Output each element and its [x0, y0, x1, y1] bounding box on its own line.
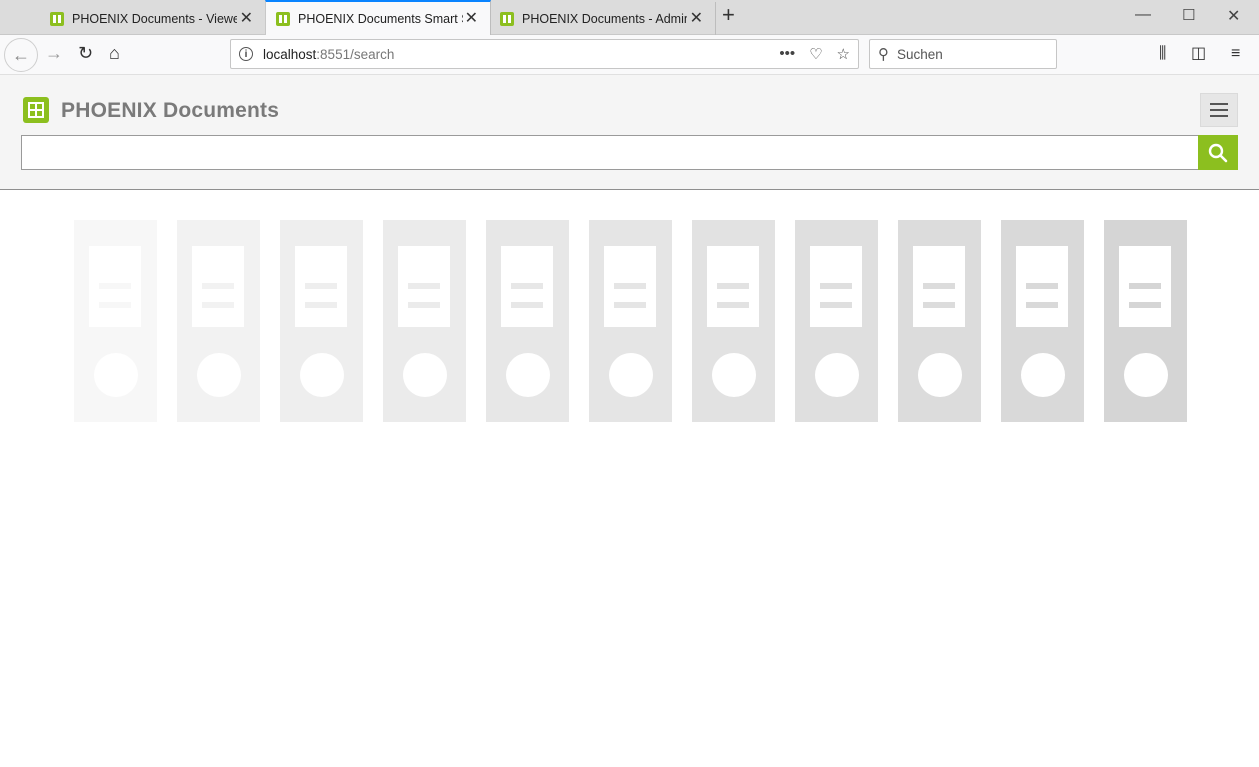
folder-label — [707, 246, 759, 327]
smart-search-input[interactable] — [21, 135, 1199, 170]
close-tab-icon[interactable]: ✕ — [240, 10, 253, 27]
folder-ring-hole — [300, 353, 344, 397]
close-tab-icon[interactable]: ✕ — [465, 10, 478, 27]
app-favicon-icon — [500, 11, 514, 26]
folder-label — [192, 246, 244, 327]
minimize-icon[interactable]: — — [1135, 6, 1151, 24]
folder-ring-hole — [918, 353, 962, 397]
tab-title: PHOENIX Documents - Administration — [522, 11, 687, 26]
folder-placeholder-icon — [898, 220, 981, 422]
tab-title: PHOENIX Documents - Viewer — [72, 11, 237, 26]
folder-label — [295, 246, 347, 327]
folder-placeholder-icon — [1001, 220, 1084, 422]
search-button[interactable] — [1198, 135, 1238, 170]
app-header: PHOENIX Documents — [0, 75, 1259, 190]
tab-viewer[interactable]: PHOENIX Documents - Viewer ✕ — [40, 2, 266, 35]
page-actions-icon[interactable]: ••• — [779, 45, 795, 63]
folder-placeholder-icon — [795, 220, 878, 422]
pocket-icon[interactable]: ♡ — [809, 45, 822, 63]
folder-placeholder-icon — [1104, 220, 1187, 422]
browser-nav-bar: ← → ↻ ⌂ i localhost:8551/search ••• ♡ ☆ … — [0, 35, 1259, 75]
folder-placeholder-icon — [486, 220, 569, 422]
bookmark-star-icon[interactable]: ☆ — [837, 45, 850, 63]
window-close-icon[interactable]: ✕ — [1227, 6, 1240, 26]
folder-label — [1016, 246, 1068, 327]
home-icon[interactable]: ⌂ — [109, 44, 120, 62]
folder-label — [913, 246, 965, 327]
folder-placeholder-icon — [589, 220, 672, 422]
url-path: :8551/search — [316, 46, 395, 62]
search-placeholder: Suchen — [897, 46, 943, 62]
folder-ring-hole — [1124, 353, 1168, 397]
folder-placeholder-icon — [383, 220, 466, 422]
folder-placeholder-icon — [280, 220, 363, 422]
folder-ring-hole — [403, 353, 447, 397]
folder-placeholder-icon — [692, 220, 775, 422]
url-host: localhost — [263, 46, 317, 62]
folder-placeholder-icon — [177, 220, 260, 422]
new-tab-icon[interactable]: + — [722, 4, 735, 26]
folder-ring-hole — [815, 353, 859, 397]
close-tab-icon[interactable]: ✕ — [690, 10, 703, 27]
app-favicon-icon — [50, 11, 64, 26]
maximize-icon[interactable]: ☐ — [1182, 6, 1195, 24]
browser-search-field[interactable]: ⚲ Suchen — [869, 39, 1057, 69]
folder-ring-hole — [506, 353, 550, 397]
sidebar-icon[interactable]: ◫ — [1191, 46, 1206, 62]
browser-tab-bar: PHOENIX Documents - Viewer ✕ PHOENIX Doc… — [0, 0, 1259, 35]
folder-label — [1119, 246, 1171, 327]
folder-label — [604, 246, 656, 327]
folder-label — [89, 246, 141, 327]
folder-ring-hole — [712, 353, 756, 397]
back-icon[interactable]: ← — [4, 38, 38, 72]
reload-icon[interactable]: ↻ — [78, 44, 93, 62]
app-favicon-icon — [276, 11, 290, 26]
browser-menu-icon[interactable]: ≡ — [1231, 46, 1240, 62]
library-icon[interactable]: ⫼ — [1159, 46, 1166, 62]
url-bar[interactable]: i localhost:8551/search ••• ♡ ☆ — [230, 39, 859, 69]
folder-placeholder-icon — [74, 220, 157, 422]
folder-label — [810, 246, 862, 327]
folder-ring-hole — [197, 353, 241, 397]
search-icon — [1208, 143, 1228, 162]
tab-administration[interactable]: PHOENIX Documents - Administration ✕ — [490, 2, 716, 35]
site-info-icon[interactable]: i — [239, 47, 253, 61]
app-title: PHOENIX Documents — [61, 99, 280, 122]
tab-smart-search[interactable]: PHOENIX Documents Smart Search ✕ — [265, 0, 491, 35]
search-icon: ⚲ — [878, 46, 889, 63]
folder-ring-hole — [1021, 353, 1065, 397]
folder-ring-hole — [94, 353, 138, 397]
phoenix-logo-icon — [23, 97, 49, 123]
tab-title: PHOENIX Documents Smart Search — [298, 11, 463, 26]
folder-ring-hole — [609, 353, 653, 397]
forward-icon[interactable]: → — [45, 44, 63, 62]
folder-label — [501, 246, 553, 327]
folder-label — [398, 246, 450, 327]
hamburger-menu-button[interactable] — [1200, 93, 1238, 127]
